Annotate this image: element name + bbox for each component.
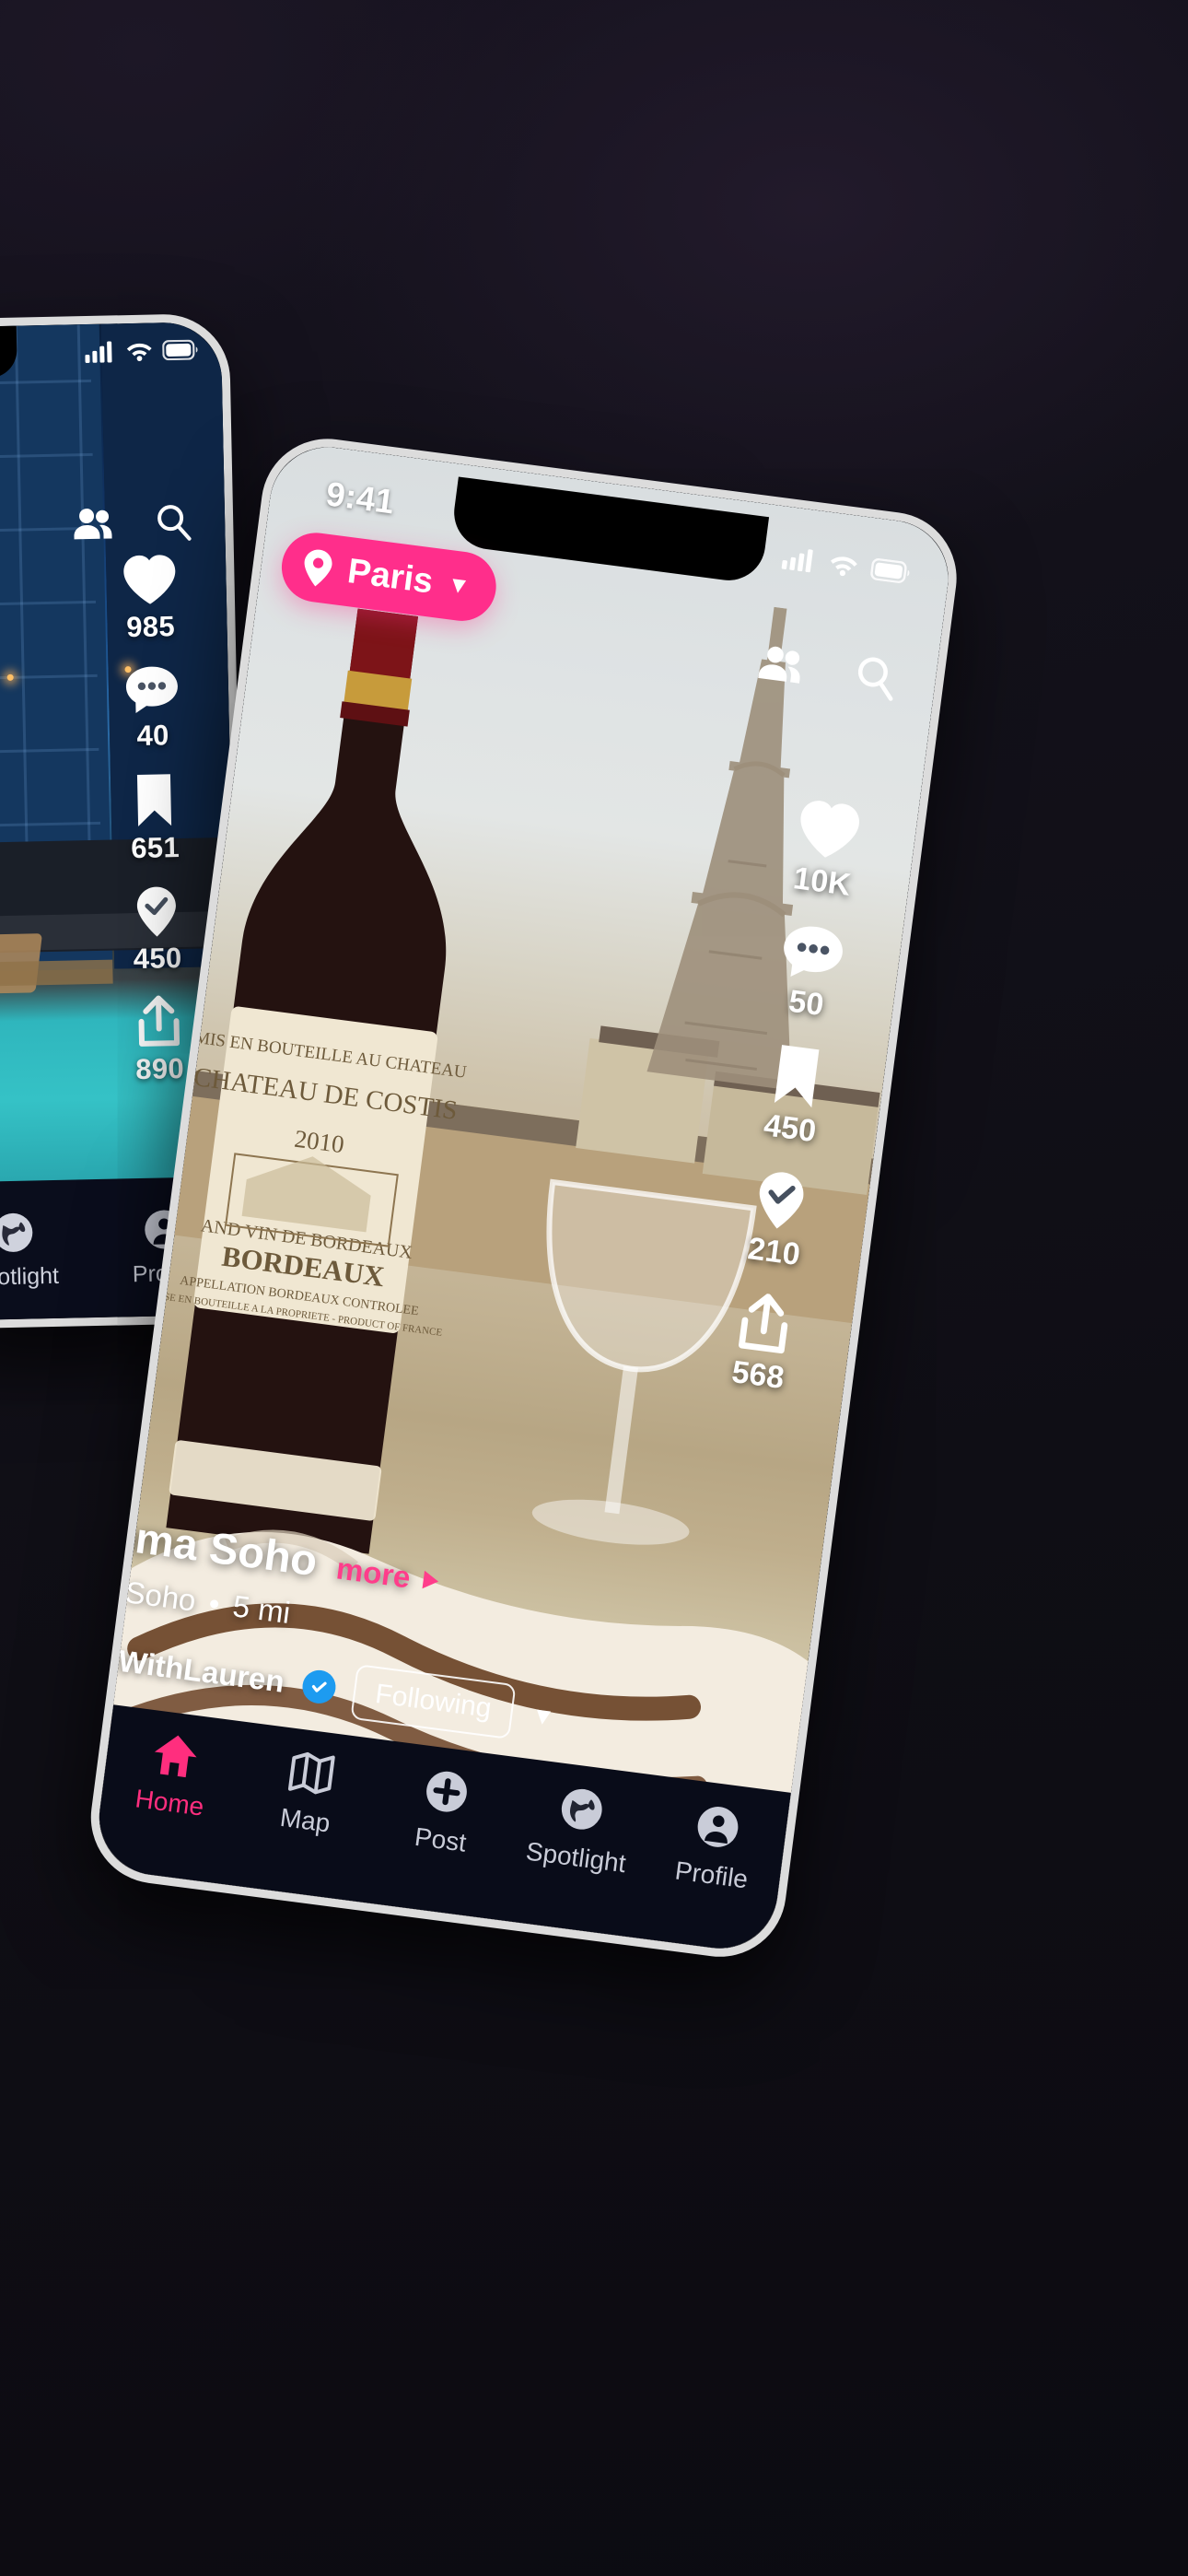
search-icon[interactable]: [155, 503, 192, 543]
globe-icon: [562, 1788, 603, 1830]
back-action-rail: 985 40 651 450 890: [99, 552, 211, 1086]
check-pin-icon: [136, 886, 176, 937]
bookmark-count: 450: [762, 1107, 819, 1150]
front-nav-spotlight[interactable]: Spotlight: [507, 1777, 653, 1880]
globe-icon: [0, 1212, 33, 1252]
front-nav-home[interactable]: Home: [99, 1725, 246, 1826]
front-nav-label-profile: Profile: [673, 1856, 750, 1894]
share-button[interactable]: 890: [134, 995, 185, 1086]
search-icon[interactable]: [852, 653, 900, 703]
bookmark-count: 651: [130, 831, 181, 865]
location-city: Paris: [345, 552, 436, 602]
verified-check-icon: [300, 1668, 338, 1706]
bookmark-icon: [136, 774, 172, 826]
bullet-dot-icon: [101, 1585, 111, 1595]
back-nav-spotlight[interactable]: Spotlight: [0, 1209, 90, 1292]
home-icon: [155, 1735, 197, 1778]
checkin-count: 210: [745, 1231, 803, 1273]
back-header-actions: [72, 503, 192, 544]
front-more-label: more: [334, 1551, 413, 1595]
bullet-dot-icon: [209, 1598, 219, 1609]
front-distance: 5 mi: [230, 1588, 293, 1631]
location-caret-icon: ▼: [445, 570, 472, 600]
heart-icon: [800, 801, 859, 858]
front-nav-label-map: Map: [278, 1802, 332, 1838]
like-count: 985: [125, 610, 176, 644]
comment-button[interactable]: 50: [771, 919, 849, 1025]
heart-icon: [123, 555, 176, 604]
front-nav-map[interactable]: Map: [236, 1742, 382, 1844]
back-nav-label-spotlight: Spotlight: [0, 1262, 60, 1291]
battery-icon: [162, 339, 198, 361]
front-nav-label-spotlight: Spotlight: [524, 1836, 628, 1879]
location-pin-icon: [304, 549, 332, 586]
like-button[interactable]: 10K: [786, 796, 865, 904]
comment-button[interactable]: 40: [122, 663, 181, 753]
front-more-link[interactable]: more: [334, 1551, 444, 1598]
share-icon: [138, 995, 181, 1047]
share-count: 568: [729, 1353, 786, 1396]
front-neighborhood: Soho: [122, 1575, 198, 1618]
plus-icon: [426, 1771, 467, 1812]
signal-bars-icon: [781, 549, 813, 573]
wifi-icon: [126, 343, 152, 362]
front-expand-caret[interactable]: ▼: [530, 1700, 556, 1731]
profile-icon: [697, 1807, 739, 1847]
share-button[interactable]: 568: [729, 1290, 796, 1397]
bookmark-button[interactable]: 450: [762, 1042, 827, 1150]
front-nav-post[interactable]: Post: [371, 1760, 518, 1863]
check-in-button[interactable]: 450: [132, 884, 182, 976]
friends-icon[interactable]: [72, 504, 119, 542]
friends-icon[interactable]: [755, 640, 811, 687]
signal-bars-icon: [85, 341, 112, 364]
battery-icon: [870, 557, 910, 584]
back-status-bar: [85, 338, 199, 364]
front-nav-label-home: Home: [134, 1784, 206, 1821]
check-in-button[interactable]: 210: [746, 1167, 810, 1273]
front-nav-label-post: Post: [413, 1821, 469, 1857]
comment-icon: [125, 666, 178, 713]
front-nav-profile[interactable]: Profile: [642, 1796, 788, 1899]
like-button[interactable]: 985: [121, 553, 180, 644]
map-icon: [287, 1751, 335, 1795]
checkin-count: 450: [133, 942, 182, 976]
share-count: 890: [134, 1051, 185, 1086]
wifi-icon: [831, 556, 857, 577]
comment-count: 40: [136, 719, 169, 752]
check-pin-icon: [759, 1172, 804, 1229]
share-icon: [739, 1294, 788, 1354]
bookmark-button[interactable]: 651: [130, 772, 181, 865]
comment-count: 50: [786, 983, 826, 1024]
bookmark-icon: [774, 1045, 820, 1108]
play-triangle-icon: [422, 1570, 438, 1589]
comment-icon: [784, 926, 843, 977]
like-count: 10K: [791, 861, 853, 903]
